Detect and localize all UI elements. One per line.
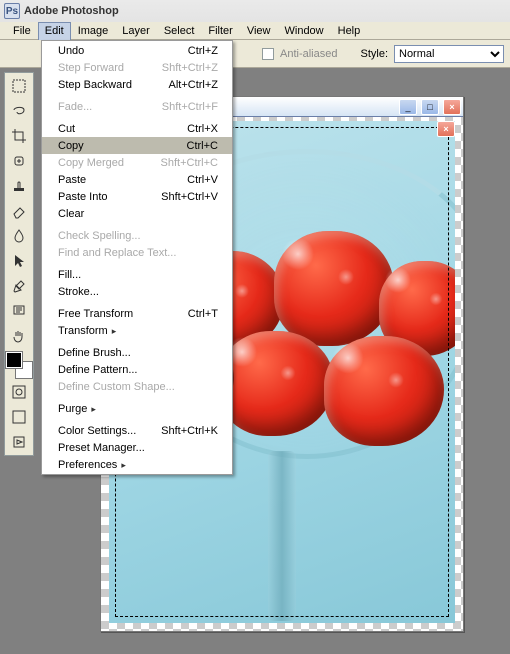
menuitem-label: Cut (58, 123, 187, 135)
menuitem-label: Free Transform (58, 308, 188, 320)
image-close-icon[interactable]: × (437, 121, 455, 137)
tool-path-select[interactable] (7, 250, 31, 272)
menuitem-label: Step Forward (58, 62, 162, 74)
menuitem-label: Paste Into (58, 191, 161, 203)
menuitem-free-transform[interactable]: Free TransformCtrl+T (42, 305, 232, 322)
style-label: Style: (360, 48, 388, 60)
menu-window[interactable]: Window (278, 22, 331, 40)
menuitem-purge[interactable]: Purge (42, 400, 232, 417)
menuitem-color-settings[interactable]: Color Settings...Shft+Ctrl+K (42, 422, 232, 439)
menuitem-label: Step Backward (58, 79, 168, 91)
foreground-swatch[interactable] (6, 352, 22, 368)
tool-marquee[interactable] (7, 75, 31, 97)
menuitem-shortcut: Ctrl+X (187, 123, 218, 135)
minimize-button[interactable]: _ (399, 99, 417, 115)
menuitem-undo[interactable]: UndoCtrl+Z (42, 42, 232, 59)
tool-hand[interactable] (7, 325, 31, 347)
menuitem-define-pattern[interactable]: Define Pattern... (42, 361, 232, 378)
tool-crop[interactable] (7, 125, 31, 147)
menuitem-label: Check Spelling... (58, 230, 218, 242)
menuitem-fill[interactable]: Fill... (42, 266, 232, 283)
menuitem-shortcut: Shft+Ctrl+V (161, 191, 218, 203)
menuitem-find-and-replace-text: Find and Replace Text... (42, 244, 232, 261)
menuitem-shortcut: Ctrl+Z (188, 45, 218, 57)
menuitem-preferences[interactable]: Preferences (42, 456, 232, 473)
tool-lasso[interactable] (7, 100, 31, 122)
menu-filter[interactable]: Filter (201, 22, 239, 40)
menuitem-step-backward[interactable]: Step BackwardAlt+Ctrl+Z (42, 76, 232, 93)
menu-select[interactable]: Select (157, 22, 202, 40)
menuitem-label: Copy (58, 140, 187, 152)
menuitem-define-custom-shape: Define Custom Shape... (42, 378, 232, 395)
menuitem-label: Find and Replace Text... (58, 247, 218, 259)
menuitem-paste[interactable]: PasteCtrl+V (42, 171, 232, 188)
tool-blur[interactable] (7, 225, 31, 247)
color-swatches[interactable] (6, 352, 32, 378)
menu-file[interactable]: File (6, 22, 38, 40)
tool-notes[interactable] (7, 300, 31, 322)
menuitem-label: Stroke... (58, 286, 218, 298)
app-title: Adobe Photoshop (24, 5, 119, 17)
menuitem-transform[interactable]: Transform (42, 322, 232, 339)
menuitem-label: Clear (58, 208, 218, 220)
menuitem-shortcut: Shft+Ctrl+C (161, 157, 218, 169)
menuitem-shortcut: Shft+Ctrl+Z (162, 62, 218, 74)
maximize-button[interactable]: □ (421, 99, 439, 115)
edit-menu-dropdown: UndoCtrl+ZStep ForwardShft+Ctrl+ZStep Ba… (41, 40, 233, 475)
menuitem-label: Preferences (58, 459, 218, 471)
menuitem-copy[interactable]: CopyCtrl+C (42, 137, 232, 154)
app-titlebar: Ps Adobe Photoshop (0, 0, 510, 22)
menuitem-cut[interactable]: CutCtrl+X (42, 120, 232, 137)
menuitem-shortcut: Shft+Ctrl+F (162, 101, 218, 113)
menuitem-label: Undo (58, 45, 188, 57)
menuitem-shortcut: Ctrl+V (187, 174, 218, 186)
menuitem-check-spelling: Check Spelling... (42, 227, 232, 244)
menuitem-label: Paste (58, 174, 187, 186)
menuitem-define-brush[interactable]: Define Brush... (42, 344, 232, 361)
menuitem-shortcut: Alt+Ctrl+Z (168, 79, 218, 91)
menuitem-label: Define Brush... (58, 347, 218, 359)
menu-image[interactable]: Image (71, 22, 116, 40)
app-icon: Ps (4, 3, 20, 19)
menuitem-label: Define Pattern... (58, 364, 218, 376)
menuitem-clear[interactable]: Clear (42, 205, 232, 222)
menuitem-label: Color Settings... (58, 425, 161, 437)
menuitem-step-forward: Step ForwardShft+Ctrl+Z (42, 59, 232, 76)
menuitem-label: Preset Manager... (58, 442, 218, 454)
anti-aliased-checkbox[interactable] (262, 48, 274, 60)
menu-edit[interactable]: Edit (38, 22, 71, 40)
tool-pen[interactable] (7, 275, 31, 297)
menu-view[interactable]: View (240, 22, 278, 40)
menuitem-shortcut: Ctrl+C (187, 140, 218, 152)
tool-stamp[interactable] (7, 175, 31, 197)
screenmode-standard[interactable] (7, 406, 31, 428)
menuitem-stroke[interactable]: Stroke... (42, 283, 232, 300)
menuitem-label: Transform (58, 325, 218, 337)
menuitem-label: Copy Merged (58, 157, 161, 169)
style-select[interactable]: Normal (394, 45, 504, 63)
tool-eraser[interactable] (7, 200, 31, 222)
menuitem-shortcut: Ctrl+T (188, 308, 218, 320)
menu-layer[interactable]: Layer (115, 22, 157, 40)
close-button[interactable]: × (443, 99, 461, 115)
tool-heal[interactable] (7, 150, 31, 172)
menuitem-label: Fill... (58, 269, 218, 281)
menuitem-shortcut: Shft+Ctrl+K (161, 425, 218, 437)
menubar: File Edit Image Layer Select Filter View… (0, 22, 510, 40)
menuitem-fade: Fade...Shft+Ctrl+F (42, 98, 232, 115)
menu-help[interactable]: Help (331, 22, 368, 40)
menuitem-paste-into[interactable]: Paste IntoShft+Ctrl+V (42, 188, 232, 205)
menuitem-label: Define Custom Shape... (58, 381, 218, 393)
anti-aliased-label: Anti-aliased (280, 48, 337, 60)
jump-to-imageready[interactable] (7, 431, 31, 453)
menuitem-label: Purge (58, 403, 218, 415)
toolbox (4, 72, 34, 456)
menuitem-copy-merged: Copy MergedShft+Ctrl+C (42, 154, 232, 171)
quickmask-standard[interactable] (7, 381, 31, 403)
menuitem-label: Fade... (58, 101, 162, 113)
menuitem-preset-manager[interactable]: Preset Manager... (42, 439, 232, 456)
